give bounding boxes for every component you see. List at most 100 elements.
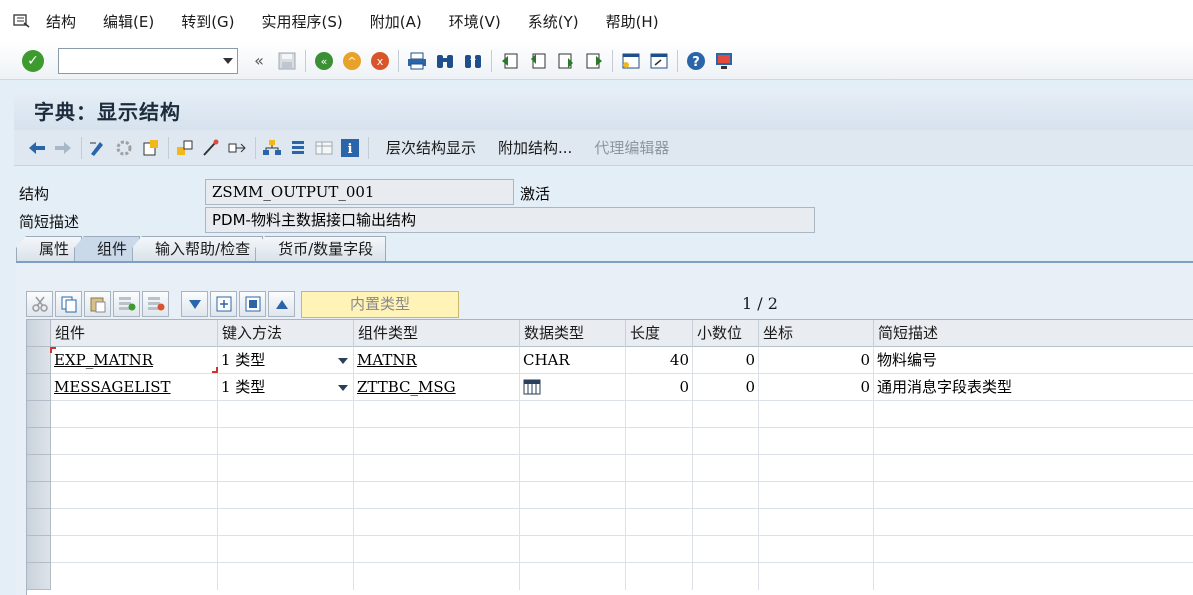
empty-cell[interactable]	[354, 428, 520, 455]
row-selector[interactable]	[27, 482, 51, 509]
save-icon[interactable]	[276, 50, 298, 72]
menu-help[interactable]: 帮助(H)	[606, 11, 659, 32]
dropdown-arrow-icon[interactable]	[338, 358, 348, 364]
table-view-icon[interactable]	[313, 137, 335, 159]
empty-cell[interactable]	[51, 455, 218, 482]
column-header-typing-method[interactable]: 键入方法	[218, 320, 354, 347]
last-page-icon[interactable]	[583, 50, 605, 72]
proxy-editor-button[interactable]: 代理编辑器	[594, 137, 669, 158]
empty-cell[interactable]	[626, 536, 693, 563]
menu-edit[interactable]: 编辑(E)	[103, 11, 154, 32]
empty-cell[interactable]	[218, 536, 354, 563]
empty-cell[interactable]	[520, 563, 626, 590]
enter-icon[interactable]: ✓	[22, 49, 44, 72]
column-header-coordinate[interactable]: 坐标	[759, 320, 874, 347]
back-arrow-icon[interactable]	[26, 137, 48, 159]
empty-cell[interactable]	[626, 563, 693, 590]
cell-typing-method[interactable]: 1 类型	[218, 374, 354, 401]
expand-icon[interactable]	[210, 291, 237, 317]
menu-icon[interactable]	[10, 9, 34, 33]
other-object-icon[interactable]	[174, 137, 196, 159]
empty-cell[interactable]	[51, 401, 218, 428]
structure-name-field[interactable]: ZSMM_OUTPUT_001	[205, 179, 514, 205]
row-selector[interactable]	[27, 428, 51, 455]
insert-row-icon[interactable]	[113, 291, 140, 317]
sort-ascending-icon[interactable]	[268, 291, 295, 317]
customize-layout-icon[interactable]	[713, 50, 735, 72]
empty-cell[interactable]	[626, 401, 693, 428]
row-selector[interactable]	[27, 563, 51, 590]
empty-cell[interactable]	[51, 482, 218, 509]
tab-components[interactable]: 组件	[74, 236, 141, 261]
empty-cell[interactable]	[520, 509, 626, 536]
empty-table-row[interactable]	[51, 428, 1193, 455]
tab-currency-quantity-fields[interactable]: 货币/数量字段	[255, 236, 387, 261]
empty-cell[interactable]	[759, 455, 874, 482]
command-input[interactable]	[59, 48, 219, 73]
chevron-down-icon[interactable]	[223, 57, 233, 64]
menu-utilities[interactable]: 实用程序(S)	[262, 11, 343, 32]
column-header-description[interactable]: 简短描述	[874, 320, 1193, 347]
collapse-icon[interactable]	[239, 291, 266, 317]
cut-icon[interactable]	[26, 291, 53, 317]
builtin-type-button[interactable]: 内置类型	[301, 290, 459, 318]
hierarchy-display-button[interactable]: 层次结构显示	[386, 137, 476, 158]
activate-icon[interactable]	[113, 137, 135, 159]
description-field[interactable]: PDM-物料主数据接口输出结构	[205, 207, 815, 233]
empty-cell[interactable]	[759, 401, 874, 428]
append-structure-button[interactable]: 附加结构...	[498, 137, 572, 158]
info-icon[interactable]: i	[339, 137, 361, 159]
empty-cell[interactable]	[354, 563, 520, 590]
list-icon[interactable]	[287, 137, 309, 159]
previous-page-icon[interactable]	[527, 50, 549, 72]
empty-cell[interactable]	[759, 482, 874, 509]
find-icon[interactable]	[434, 50, 456, 72]
sort-descending-icon[interactable]	[181, 291, 208, 317]
empty-cell[interactable]	[626, 482, 693, 509]
empty-table-row[interactable]	[51, 455, 1193, 482]
empty-cell[interactable]	[218, 428, 354, 455]
empty-cell[interactable]	[759, 428, 874, 455]
menu-extras[interactable]: 附加(A)	[370, 11, 422, 32]
menu-system[interactable]: 系统(Y)	[528, 11, 579, 32]
new-session-icon[interactable]	[620, 50, 642, 72]
empty-table-row[interactable]	[51, 482, 1193, 509]
empty-cell[interactable]	[354, 536, 520, 563]
next-page-icon[interactable]	[555, 50, 577, 72]
row-selector[interactable]	[27, 401, 51, 428]
empty-cell[interactable]	[520, 428, 626, 455]
help-icon[interactable]: ?	[685, 50, 707, 72]
empty-cell[interactable]	[51, 536, 218, 563]
row-selector[interactable]	[27, 509, 51, 536]
empty-cell[interactable]	[759, 563, 874, 590]
back-icon[interactable]: «	[313, 50, 335, 72]
command-field[interactable]	[58, 47, 238, 74]
empty-cell[interactable]	[693, 455, 759, 482]
empty-table-row[interactable]	[51, 536, 1193, 563]
empty-cell[interactable]	[51, 428, 218, 455]
cell-component[interactable]: EXP_MATNR	[51, 347, 218, 374]
empty-cell[interactable]	[218, 455, 354, 482]
empty-cell[interactable]	[354, 482, 520, 509]
empty-cell[interactable]	[218, 401, 354, 428]
column-header-decimals[interactable]: 小数位	[693, 320, 759, 347]
empty-cell[interactable]	[626, 455, 693, 482]
empty-cell[interactable]	[520, 401, 626, 428]
empty-cell[interactable]	[354, 509, 520, 536]
empty-cell[interactable]	[520, 536, 626, 563]
column-header-length[interactable]: 长度	[626, 320, 693, 347]
forward-arrow-icon[interactable]	[52, 137, 74, 159]
empty-cell[interactable]	[693, 401, 759, 428]
row-selector[interactable]	[27, 374, 51, 401]
empty-cell[interactable]	[626, 428, 693, 455]
row-selector[interactable]	[27, 455, 51, 482]
delete-row-icon[interactable]	[142, 291, 169, 317]
tab-input-help-check[interactable]: 输入帮助/检查	[132, 236, 264, 261]
empty-cell[interactable]	[520, 455, 626, 482]
empty-cell[interactable]	[693, 563, 759, 590]
empty-cell[interactable]	[51, 509, 218, 536]
row-selector[interactable]	[27, 536, 51, 563]
hierarchy-icon[interactable]	[261, 137, 283, 159]
check-icon[interactable]	[139, 137, 161, 159]
column-header-component[interactable]: 组件	[51, 320, 218, 347]
